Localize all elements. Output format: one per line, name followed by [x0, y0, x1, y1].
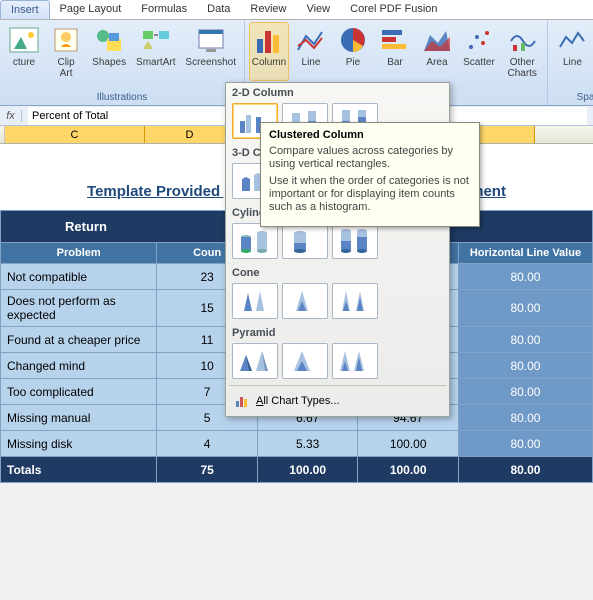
- column-chart-button[interactable]: Column: [249, 22, 289, 81]
- line-chart-button[interactable]: Line: [291, 22, 331, 81]
- smartart-icon: [140, 24, 172, 56]
- sparkline-line-button[interactable]: Line: [552, 22, 592, 70]
- group-sparklines: Line Column Sparklin: [548, 20, 593, 105]
- 100pct-stacked-cylinder[interactable]: [332, 223, 378, 259]
- col-D[interactable]: D: [145, 126, 235, 143]
- stacked-cone[interactable]: [282, 283, 328, 319]
- picture-icon: [8, 24, 40, 56]
- stacked-pyramid[interactable]: [282, 343, 328, 379]
- tab-corel-pdf[interactable]: Corel PDF Fusion: [340, 0, 447, 19]
- tab-formulas[interactable]: Formulas: [131, 0, 197, 19]
- table-row: Missing disk45.33100.0080.00: [1, 431, 593, 457]
- 100pct-stacked-cone[interactable]: [332, 283, 378, 319]
- pie-chart-icon: [337, 24, 369, 56]
- clipart-icon: [50, 24, 82, 56]
- bar-chart-button[interactable]: Bar: [375, 22, 415, 81]
- tab-review[interactable]: Review: [240, 0, 296, 19]
- clipart-button[interactable]: Clip Art: [46, 22, 86, 81]
- ribbon-tabs: Insert Page Layout Formulas Data Review …: [0, 0, 593, 20]
- screenshot-button[interactable]: Screenshot: [181, 22, 240, 81]
- tab-data[interactable]: Data: [197, 0, 240, 19]
- screenshot-icon: [195, 24, 227, 56]
- tab-page-layout[interactable]: Page Layout: [50, 0, 132, 19]
- shapes-button[interactable]: Shapes: [88, 22, 130, 81]
- column-chart-icon: [253, 24, 285, 56]
- area-chart-icon: [421, 24, 453, 56]
- area-chart-button[interactable]: Area: [417, 22, 457, 81]
- pie-chart-button[interactable]: Pie: [333, 22, 373, 81]
- th-horizontal: Horizontal Line Value: [458, 243, 592, 264]
- picture-button[interactable]: cture: [4, 22, 44, 81]
- tab-insert[interactable]: Insert: [0, 0, 50, 19]
- smartart-button[interactable]: SmartArt: [132, 22, 179, 81]
- other-charts-button[interactable]: Other Charts: [501, 22, 543, 81]
- group-sparklines-label: Sparklin: [552, 92, 593, 105]
- scatter-chart-button[interactable]: Scatter: [459, 22, 499, 81]
- stacked-cylinder[interactable]: [282, 223, 328, 259]
- scatter-chart-icon: [463, 24, 495, 56]
- line-chart-icon: [295, 24, 327, 56]
- totals-row: Totals 75 100.00 100.00 80.00: [1, 457, 593, 483]
- col-C[interactable]: C: [5, 126, 145, 143]
- clustered-pyramid[interactable]: [232, 343, 278, 379]
- clustered-column-tooltip: Clustered Column Compare values across c…: [260, 122, 480, 227]
- all-chart-types-button[interactable]: All Chart Types...: [226, 388, 449, 414]
- tab-view[interactable]: View: [296, 0, 340, 19]
- shapes-icon: [93, 24, 125, 56]
- th-problem: Problem: [1, 243, 157, 264]
- group-illustrations-label: Illustrations: [4, 92, 240, 105]
- bar-chart-icon: [379, 24, 411, 56]
- other-charts-icon: [506, 24, 538, 56]
- 100pct-stacked-pyramid[interactable]: [332, 343, 378, 379]
- group-illustrations: cture Clip Art Shapes SmartArt Screensho…: [0, 20, 245, 105]
- sparkline-line-icon: [556, 24, 588, 56]
- fx-button[interactable]: fx: [0, 110, 22, 122]
- all-chart-types-icon: [234, 393, 250, 409]
- clustered-cone[interactable]: [232, 283, 278, 319]
- clustered-cylinder[interactable]: [232, 223, 278, 259]
